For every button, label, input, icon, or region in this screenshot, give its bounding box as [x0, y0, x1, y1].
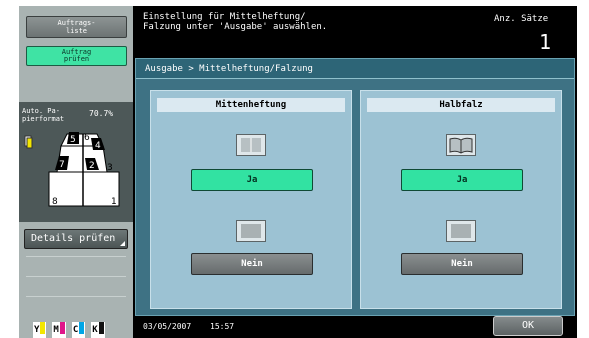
booklet-preview-icon: 5 6 4 7 2 3 8 1	[48, 132, 120, 207]
no-staple-icon	[236, 220, 266, 242]
toner-yellow: Y	[33, 322, 47, 338]
output-preview: Auto. Pa- pierformat 70.7% 5 6 4 7 2 3 8…	[19, 102, 133, 222]
job-list-button[interactable]: Auftrags- liste	[26, 16, 127, 38]
job-list-label: Auftrags- liste	[57, 19, 96, 35]
page-number-2: 2	[89, 161, 95, 171]
message-line-1: Einstellung für Mittelheftung/	[143, 12, 306, 22]
date-time: 03/05/2007 15:57	[143, 322, 234, 331]
staple-icon	[24, 134, 34, 153]
message-line-2: Falzung unter 'Ausgabe' auswählen.	[143, 22, 328, 32]
center-staple-title: Mittenheftung	[157, 98, 345, 112]
check-details-label: Details prüfen	[31, 233, 116, 244]
toner-yellow-bar	[40, 322, 46, 334]
sets-count: 1	[539, 30, 552, 54]
toner-cyan: C	[71, 322, 86, 338]
page-number-3: 3	[107, 163, 113, 173]
no-fold-icon	[446, 220, 476, 242]
divider	[26, 256, 126, 257]
toner-magenta: M	[52, 322, 66, 338]
center-staple-yes-button[interactable]: Ja	[191, 169, 313, 191]
breadcrumb: Ausgabe > Mittelheftung/Falzung	[136, 59, 574, 79]
sets-label: Anz. Sätze	[494, 14, 549, 24]
zoom-value: 70.7%	[89, 109, 114, 118]
paper-format-label: Auto. Pa- pierformat	[22, 107, 65, 123]
page-number-5: 5	[70, 135, 76, 145]
instruction-message: Einstellung für Mittelheftung/ Falzung u…	[143, 12, 327, 32]
settings-panel: Ausgabe > Mittelheftung/Falzung Mittenhe…	[135, 58, 575, 316]
divider	[26, 276, 126, 277]
center-staple-no-button[interactable]: Nein	[191, 253, 313, 275]
half-fold-title: Halbfalz	[367, 98, 555, 112]
ok-button[interactable]: OK	[493, 316, 563, 336]
control-panel-screen: Auftrags- liste Auftrag prüfen Auto. Pa-…	[19, 6, 577, 338]
check-details-button[interactable]: Details prüfen	[24, 229, 128, 249]
time: 15:57	[210, 322, 235, 331]
page-number-4: 4	[95, 141, 101, 151]
toner-levels: Y M C K	[33, 322, 113, 338]
divider	[26, 296, 126, 297]
half-fold-no-button[interactable]: Nein	[401, 253, 523, 275]
toner-magenta-bar	[59, 322, 65, 334]
check-job-label: Auftrag prüfen	[61, 48, 92, 63]
page-number-6: 6	[84, 133, 90, 143]
page-number-7: 7	[59, 160, 65, 170]
half-fold-column: Halbfalz Ja Nein	[360, 90, 562, 309]
toner-black-bar	[98, 322, 104, 334]
center-staple-column: Mittenheftung Ja Nein	[150, 90, 352, 309]
staple-booklet-icon	[236, 134, 266, 156]
half-fold-yes-button[interactable]: Ja	[401, 169, 523, 191]
check-job-button[interactable]: Auftrag prüfen	[26, 46, 127, 66]
toner-cyan-bar	[79, 322, 85, 334]
date: 03/05/2007	[143, 322, 192, 331]
toner-black: K	[91, 322, 105, 338]
left-panel: Auftrags- liste Auftrag prüfen Auto. Pa-…	[19, 6, 133, 338]
page-number-1: 1	[111, 197, 117, 207]
fold-booklet-icon	[446, 134, 476, 156]
page-number-8: 8	[52, 197, 58, 207]
